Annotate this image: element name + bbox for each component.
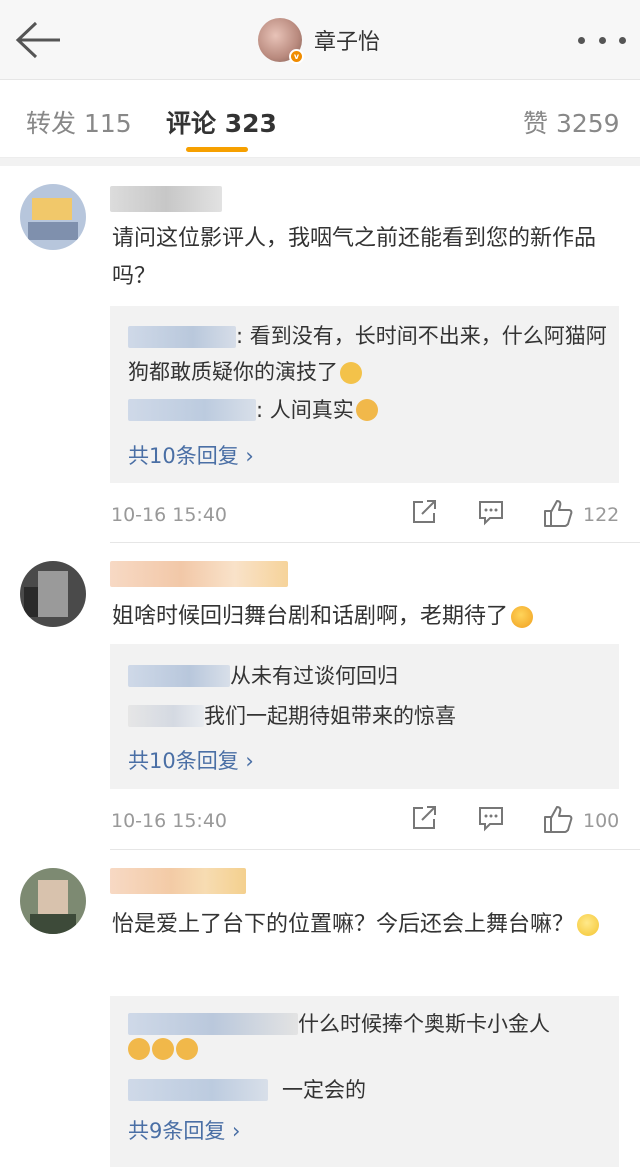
share-icon[interactable] bbox=[410, 498, 438, 526]
top-bar: v 章子怡 bbox=[0, 0, 640, 80]
tab-bar: 转发 115 评论 323 赞 3259 bbox=[0, 80, 640, 158]
reply-text: 一定会的 bbox=[282, 1078, 366, 1102]
profile-title[interactable]: v 章子怡 bbox=[258, 16, 380, 64]
section-divider bbox=[0, 158, 640, 166]
like-count: 100 bbox=[583, 810, 620, 832]
username-blurred[interactable] bbox=[110, 868, 246, 894]
comment-meta: 10-16 15:40 100 bbox=[111, 802, 620, 842]
comment-time: 10-16 15:40 bbox=[111, 810, 228, 832]
page-title: 章子怡 bbox=[314, 30, 381, 55]
share-icon[interactable] bbox=[410, 804, 438, 832]
reply-text: 我们一起期待姐带来的惊喜 bbox=[204, 704, 456, 728]
reply-box[interactable]: 从未有过谈何回归 我们一起期待姐带来的惊喜 共10条回复 › bbox=[110, 644, 619, 789]
tab-likes[interactable]: 赞 3259 bbox=[523, 104, 620, 140]
reply-username-blurred bbox=[128, 665, 230, 687]
reply-username-blurred bbox=[128, 326, 236, 348]
tab-reposts[interactable]: 转发 115 bbox=[26, 104, 132, 140]
reply-username-blurred bbox=[128, 399, 256, 421]
comment-time: 10-16 15:40 bbox=[111, 504, 228, 526]
reply-line: : 看到没有，长时间不出来，什么阿猫阿狗都敢质疑你的演技了 bbox=[128, 318, 608, 390]
comment-item: 姐啥时候回归舞台剧和话剧啊，老期待了 从未有过谈何回归 我们一起期待姐带来的惊喜… bbox=[0, 543, 640, 850]
reply-box[interactable]: : 看到没有，长时间不出来，什么阿猫阿狗都敢质疑你的演技了 : 人间真实 共10… bbox=[110, 306, 619, 483]
emoji-icon bbox=[511, 606, 534, 628]
thumbs-up-icon[interactable] bbox=[543, 498, 575, 528]
avatar[interactable] bbox=[20, 868, 86, 934]
comment-icon[interactable] bbox=[477, 804, 505, 832]
avatar: v bbox=[258, 18, 304, 64]
emoji-icon bbox=[176, 1038, 198, 1060]
emoji-icon bbox=[340, 362, 362, 384]
reply-emojis bbox=[128, 1038, 608, 1060]
emoji-icon bbox=[355, 399, 378, 421]
reply-text: : 人间真实 bbox=[256, 398, 354, 422]
comment-text: 请问这位影评人，我咽气之前还能看到您的新作品吗？ bbox=[112, 226, 597, 289]
emoji-icon bbox=[577, 914, 600, 936]
more-replies-link[interactable]: 共10条回复 › bbox=[128, 745, 254, 775]
verified-badge: v bbox=[289, 49, 304, 64]
active-tab-indicator bbox=[186, 147, 248, 152]
tab-comments[interactable]: 评论 323 bbox=[166, 104, 277, 140]
emoji-icon bbox=[152, 1038, 174, 1060]
reply-line: : 人间真实 bbox=[128, 392, 608, 428]
more-dots-icon[interactable] bbox=[578, 28, 626, 52]
more-replies-link[interactable]: 共10条回复 › bbox=[128, 440, 254, 470]
reply-line: 一定会的 bbox=[128, 1072, 608, 1108]
reply-username-blurred bbox=[128, 1013, 298, 1035]
emoji-icon bbox=[128, 1038, 150, 1060]
reply-line: 什么时候捧个奥斯卡小金人 bbox=[128, 1006, 608, 1042]
like-count: 122 bbox=[583, 504, 620, 526]
reply-username-blurred bbox=[128, 1079, 268, 1101]
reply-text: 什么时候捧个奥斯卡小金人 bbox=[298, 1012, 550, 1036]
avatar[interactable] bbox=[20, 561, 86, 627]
comment-text: 姐啥时候回归舞台剧和话剧啊，老期待了 bbox=[112, 598, 618, 636]
back-button[interactable] bbox=[14, 18, 64, 62]
username-blurred[interactable] bbox=[110, 186, 222, 212]
avatar[interactable] bbox=[20, 184, 86, 250]
comment-text: 怡是爱上了台下的位置嘛？今后还会上舞台嘛？ bbox=[112, 906, 618, 944]
reply-line: 从未有过谈何回归 bbox=[128, 658, 608, 694]
comment-item: 怡是爱上了台下的位置嘛？今后还会上舞台嘛？ 什么时候捧个奥斯卡小金人 一定会的 … bbox=[0, 850, 640, 1167]
comment-icon[interactable] bbox=[477, 498, 505, 526]
reply-line: 我们一起期待姐带来的惊喜 bbox=[128, 698, 608, 734]
reply-box[interactable]: 什么时候捧个奥斯卡小金人 一定会的 共9条回复 › bbox=[110, 996, 619, 1167]
comment-item: 请问这位影评人，我咽气之前还能看到您的新作品吗？ : 看到没有，长时间不出来，什… bbox=[0, 166, 640, 543]
back-arrow-icon bbox=[15, 21, 60, 59]
reply-username-blurred bbox=[128, 705, 204, 727]
more-replies-link[interactable]: 共9条回复 › bbox=[128, 1115, 240, 1145]
thumbs-up-icon[interactable] bbox=[543, 804, 575, 834]
comment-meta: 10-16 15:40 122 bbox=[111, 496, 620, 536]
username-blurred[interactable] bbox=[110, 561, 288, 587]
reply-text: 从未有过谈何回归 bbox=[230, 664, 398, 688]
